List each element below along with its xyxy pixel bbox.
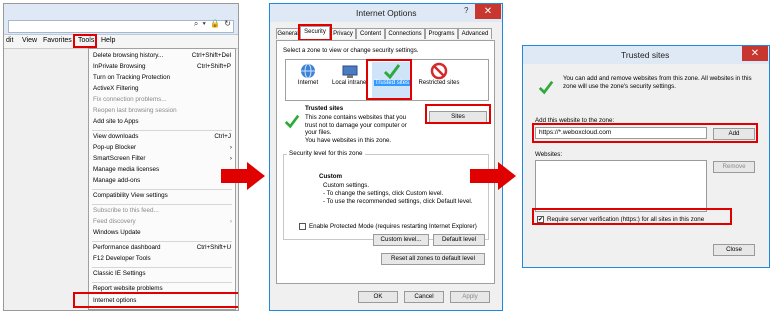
internet-options-dialog: Internet Options ? ✕ General Security Pr… xyxy=(269,3,503,311)
browser-toolbar: ⌕ ▾ 🔒 ↻ xyxy=(4,4,238,35)
tab-advanced[interactable]: Advanced xyxy=(458,28,492,39)
title-bar: Internet Options ? ✕ xyxy=(270,4,502,22)
menu-item-performance-dashboard[interactable]: Performance dashboard Ctrl+Shift+U xyxy=(93,244,233,254)
menu-bar: dit View Favorites Tools Help xyxy=(4,35,238,49)
remove-button[interactable]: Remove xyxy=(713,161,755,173)
menu-item-manage-addons[interactable]: Manage add-ons xyxy=(93,177,233,187)
menu-item-feed-discovery: Feed discovery › xyxy=(93,218,232,225)
dialog-title: Internet Options xyxy=(356,8,417,18)
close-button[interactable]: ✕ xyxy=(475,4,501,19)
submenu-arrow-icon: › xyxy=(229,218,232,225)
close-button[interactable]: ✕ xyxy=(742,46,768,61)
no-entry-icon xyxy=(430,62,448,80)
menu-item-subscribe-feed: Subscribe to this feed... xyxy=(93,207,159,214)
title-bar: Trusted sites ✕ xyxy=(523,46,769,64)
tab-content[interactable]: Content xyxy=(356,28,385,39)
menu-separator xyxy=(92,189,232,190)
zone-local-intranet[interactable]: Local intranet xyxy=(330,62,370,98)
custom-line-2: - To change the settings, click Custom l… xyxy=(323,190,444,197)
trusted-sites-dialog: Trusted sites ✕ You can add and remove w… xyxy=(522,45,770,268)
menu-item-delete-history[interactable]: Delete browsing history... Ctrl+Shift+Del xyxy=(93,52,233,62)
custom-level-button[interactable]: Custom level... xyxy=(373,234,429,246)
default-level-button[interactable]: Default level xyxy=(433,234,485,246)
require-verification-highlight xyxy=(532,208,732,225)
menu-item-activex-filtering[interactable]: ActiveX Filtering xyxy=(93,85,233,95)
reset-all-zones-button[interactable]: Reset all zones to default level xyxy=(381,253,485,265)
zone-description: This zone contains websites that you tru… xyxy=(305,114,407,136)
menu-item-media-licenses[interactable]: Manage media licenses xyxy=(93,166,233,176)
tab-connections[interactable]: Connections xyxy=(385,28,425,39)
menu-item-inprivate[interactable]: InPrivate Browsing Ctrl+Shift+P xyxy=(93,63,233,73)
menu-separator xyxy=(92,241,232,242)
zone-internet[interactable]: Internet xyxy=(288,62,328,98)
help-button[interactable]: ? xyxy=(464,6,468,15)
cancel-button[interactable]: Cancel xyxy=(404,291,444,303)
sites-button-highlight xyxy=(425,104,491,124)
custom-line-1: Custom settings. xyxy=(323,182,370,189)
menu-item-tracking-protection[interactable]: Turn on Tracking Protection xyxy=(93,74,233,84)
zone-has-sites: You have websites in this zone. xyxy=(305,137,392,144)
dialog-title: Trusted sites xyxy=(621,50,670,60)
websites-label: Websites: xyxy=(535,151,563,158)
menu-item-view-downloads[interactable]: View downloads Ctrl+J xyxy=(93,133,233,143)
trusted-sites-highlight xyxy=(366,59,412,100)
close-dialog-button[interactable]: Close xyxy=(713,244,755,256)
menu-item-add-site-to-apps[interactable]: Add site to Apps xyxy=(93,118,233,128)
zone-restricted-sites[interactable]: Restricted sites xyxy=(416,62,462,98)
menu-item-popup-blocker[interactable]: Pop-up Blocker › xyxy=(93,144,233,154)
globe-icon xyxy=(301,63,315,79)
internet-options-highlight xyxy=(73,292,238,308)
ok-button[interactable]: OK xyxy=(358,291,398,303)
menu-separator xyxy=(92,130,232,131)
menu-item-classic-ie-settings[interactable]: Classic IE Settings xyxy=(93,270,233,280)
security-level-label: Security level for this zone xyxy=(287,150,365,157)
tab-privacy[interactable]: Privacy xyxy=(330,28,356,39)
protected-mode-label: Enable Protected Mode (requires restarti… xyxy=(309,223,477,230)
info-text: You can add and remove websites from thi… xyxy=(563,75,752,90)
menu-item-f12-tools[interactable]: F12 Developer Tools xyxy=(93,255,233,265)
menu-separator xyxy=(92,267,232,268)
arrow-right-icon xyxy=(470,162,516,190)
submenu-arrow-icon: › xyxy=(229,155,232,162)
ie-tools-menu-panel: ⌕ ▾ 🔒 ↻ dit View Favorites Tools Help De… xyxy=(3,3,239,311)
arrow-right-icon xyxy=(221,162,265,190)
menu-view[interactable]: View xyxy=(22,37,37,44)
apply-button[interactable]: Apply xyxy=(450,291,490,303)
add-website-highlight xyxy=(532,123,758,143)
websites-list[interactable] xyxy=(535,160,707,212)
custom-title: Custom xyxy=(319,173,343,180)
tab-general[interactable]: General xyxy=(276,28,300,39)
custom-line-3: - To use the recommended settings, click… xyxy=(323,198,473,205)
tools-dropdown-menu: Delete browsing history... Ctrl+Shift+Del… xyxy=(88,48,236,310)
menu-item-fix-connection: Fix connection problems... xyxy=(93,96,167,103)
menu-edit[interactable]: dit xyxy=(6,37,13,44)
security-tab-highlight xyxy=(298,24,332,41)
menu-item-windows-update[interactable]: Windows Update xyxy=(93,229,233,239)
zone-title: Trusted sites xyxy=(305,105,344,112)
tools-highlight xyxy=(73,34,97,48)
tab-programs[interactable]: Programs xyxy=(425,28,458,39)
menu-help[interactable]: Help xyxy=(101,37,115,44)
menu-item-compat-view[interactable]: Compatibility View settings xyxy=(93,192,233,202)
checkmark-icon xyxy=(284,114,300,129)
checkmark-icon xyxy=(538,80,554,95)
submenu-arrow-icon: › xyxy=(229,144,232,151)
menu-item-reopen-session: Reopen last browsing session xyxy=(93,107,177,114)
menu-separator xyxy=(92,204,232,205)
protected-mode-checkbox[interactable] xyxy=(299,223,306,230)
menu-favorites[interactable]: Favorites xyxy=(43,37,72,44)
menu-separator xyxy=(92,282,232,283)
intranet-icon xyxy=(342,65,358,78)
select-zone-instruction: Select a zone to view or change security… xyxy=(283,47,419,54)
menu-item-smartscreen[interactable]: SmartScreen Filter › xyxy=(93,155,233,165)
address-bar-icons[interactable]: ⌕ ▾ 🔒 ↻ xyxy=(194,19,232,29)
